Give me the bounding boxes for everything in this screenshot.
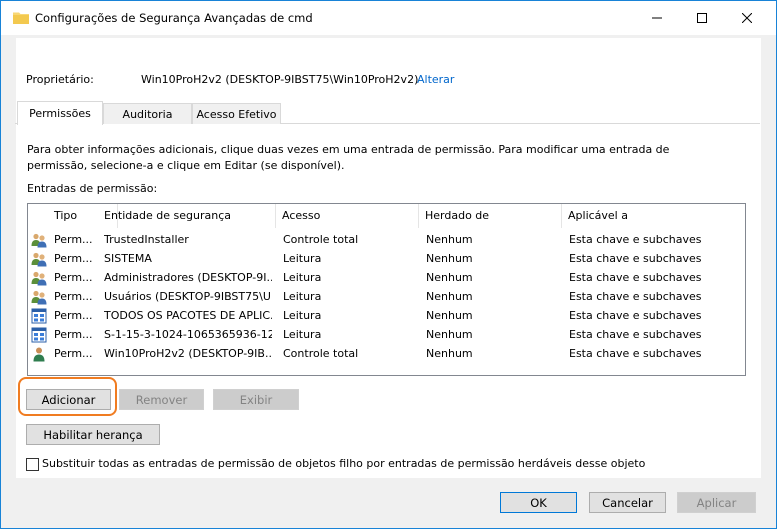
list-header: Tipo Entidade de segurança Acesso Herdad… — [28, 204, 745, 228]
cell-entidade: Win10ProH2v2 (DESKTOP-9IB... — [104, 347, 272, 360]
cell-acesso: Leitura — [283, 328, 322, 341]
cell-tipo: Perm... — [54, 233, 93, 246]
minimize-icon — [651, 17, 662, 19]
cell-tipo: Perm... — [54, 347, 93, 360]
entries-label: Entradas de permissão: — [27, 182, 158, 195]
cell-aplicavel: Esta chave e subchaves — [569, 309, 702, 322]
table-row[interactable]: Perm... Usuários (DESKTOP-9IBST75\U... Lei… — [28, 287, 745, 306]
table-row[interactable]: Perm... Win10ProH2v2 (DESKTOP-9IB... Contr… — [28, 344, 745, 363]
group-users-icon — [31, 289, 47, 305]
cell-aplicavel: Esta chave e subchaves — [569, 290, 702, 303]
table-row[interactable]: Perm... TODOS OS PACOTES DE APLIC... Leitu… — [28, 306, 745, 325]
owner-label: Proprietário: — [26, 73, 94, 86]
cell-herdado: Nenhum — [426, 309, 473, 322]
app-package-icon — [31, 308, 47, 324]
tab-permissions[interactable]: Permissões — [17, 101, 103, 125]
cell-acesso: Leitura — [283, 290, 322, 303]
enable-inheritance-button[interactable]: Habilitar herança — [26, 424, 160, 445]
remove-button[interactable]: Remover — [119, 389, 204, 410]
single-user-icon — [31, 346, 47, 362]
column-header-entidade[interactable]: Entidade de segurança — [98, 204, 276, 228]
add-button[interactable]: Adicionar — [26, 389, 111, 410]
cell-entidade: Administradores (DESKTOP-9I... — [104, 271, 272, 284]
maximize-icon — [696, 13, 707, 23]
column-header-aplicavel[interactable]: Aplicável a — [562, 204, 745, 228]
cell-tipo: Perm... — [54, 252, 93, 265]
group-users-icon — [31, 232, 47, 248]
table-row[interactable]: Perm... Administradores (DESKTOP-9I... Lei… — [28, 268, 745, 287]
cell-acesso: Leitura — [283, 271, 322, 284]
replace-child-permissions-label: Substituir todas as entradas de permissã… — [42, 457, 646, 470]
owner-value: Win10ProH2v2 (DESKTOP-9IBST75\Win10ProH2… — [141, 73, 419, 86]
cell-acesso: Leitura — [283, 309, 322, 322]
table-row[interactable]: Perm... TrustedInstaller Controle total Nen… — [28, 230, 745, 249]
window-title: Configurações de Segurança Avançadas de … — [35, 11, 313, 25]
info-text: Para obter informações adicionais, cliqu… — [27, 143, 670, 172]
cell-aplicavel: Esta chave e subchaves — [569, 347, 702, 360]
tab-effective-access[interactable]: Acesso Efetivo — [192, 103, 281, 124]
replace-child-permissions-checkbox[interactable] — [26, 458, 39, 471]
close-icon — [741, 13, 752, 23]
ok-button[interactable]: OK — [500, 492, 577, 513]
cell-tipo: Perm... — [54, 290, 93, 303]
group-users-icon — [31, 251, 47, 267]
minimize-button[interactable] — [634, 1, 679, 35]
cell-acesso: Leitura — [283, 252, 322, 265]
cell-entidade: TrustedInstaller — [104, 233, 189, 246]
column-header-acesso[interactable]: Acesso — [276, 204, 419, 228]
cell-entidade: Usuários (DESKTOP-9IBST75\U... — [104, 290, 272, 303]
cell-aplicavel: Esta chave e subchaves — [569, 252, 702, 265]
change-owner-link[interactable]: Alterar — [417, 73, 454, 86]
cell-herdado: Nenhum — [426, 347, 473, 360]
cell-tipo: Perm... — [54, 271, 93, 284]
cell-entidade: S-1-15-3-1024-1065365936-12... — [104, 328, 272, 341]
table-row[interactable]: Perm... SISTEMA Leitura Nenhum Esta chave e … — [28, 249, 745, 268]
cell-herdado: Nenhum — [426, 328, 473, 341]
cell-herdado: Nenhum — [426, 233, 473, 246]
cell-entidade: TODOS OS PACOTES DE APLIC... — [104, 309, 272, 322]
tab-auditing[interactable]: Auditoria — [103, 103, 192, 124]
title-bar[interactable]: Configurações de Segurança Avançadas de … — [1, 1, 776, 35]
table-row[interactable]: Perm... S-1-15-3-1024-1065365936-12... Lei… — [28, 325, 745, 344]
cell-herdado: Nenhum — [426, 271, 473, 284]
apply-button[interactable]: Aplicar — [677, 492, 756, 513]
cell-aplicavel: Esta chave e subchaves — [569, 271, 702, 284]
group-users-icon — [31, 270, 47, 286]
cell-tipo: Perm... — [54, 328, 93, 341]
close-button[interactable] — [724, 1, 769, 35]
cell-tipo: Perm... — [54, 309, 93, 322]
cell-herdado: Nenhum — [426, 290, 473, 303]
cancel-button[interactable]: Cancelar — [589, 492, 666, 513]
cell-acesso: Controle total — [283, 233, 359, 246]
maximize-button[interactable] — [679, 1, 724, 35]
cell-herdado: Nenhum — [426, 252, 473, 265]
column-header-herdado[interactable]: Herdado de — [419, 204, 562, 228]
cell-entidade: SISTEMA — [104, 252, 152, 265]
folder-icon — [13, 12, 29, 24]
view-button[interactable]: Exibir — [213, 389, 299, 410]
cell-aplicavel: Esta chave e subchaves — [569, 328, 702, 341]
cell-acesso: Controle total — [283, 347, 359, 360]
app-package-icon — [31, 327, 47, 343]
cell-aplicavel: Esta chave e subchaves — [569, 233, 702, 246]
permission-entries-list[interactable]: Tipo Entidade de segurança Acesso Herdad… — [27, 203, 746, 376]
